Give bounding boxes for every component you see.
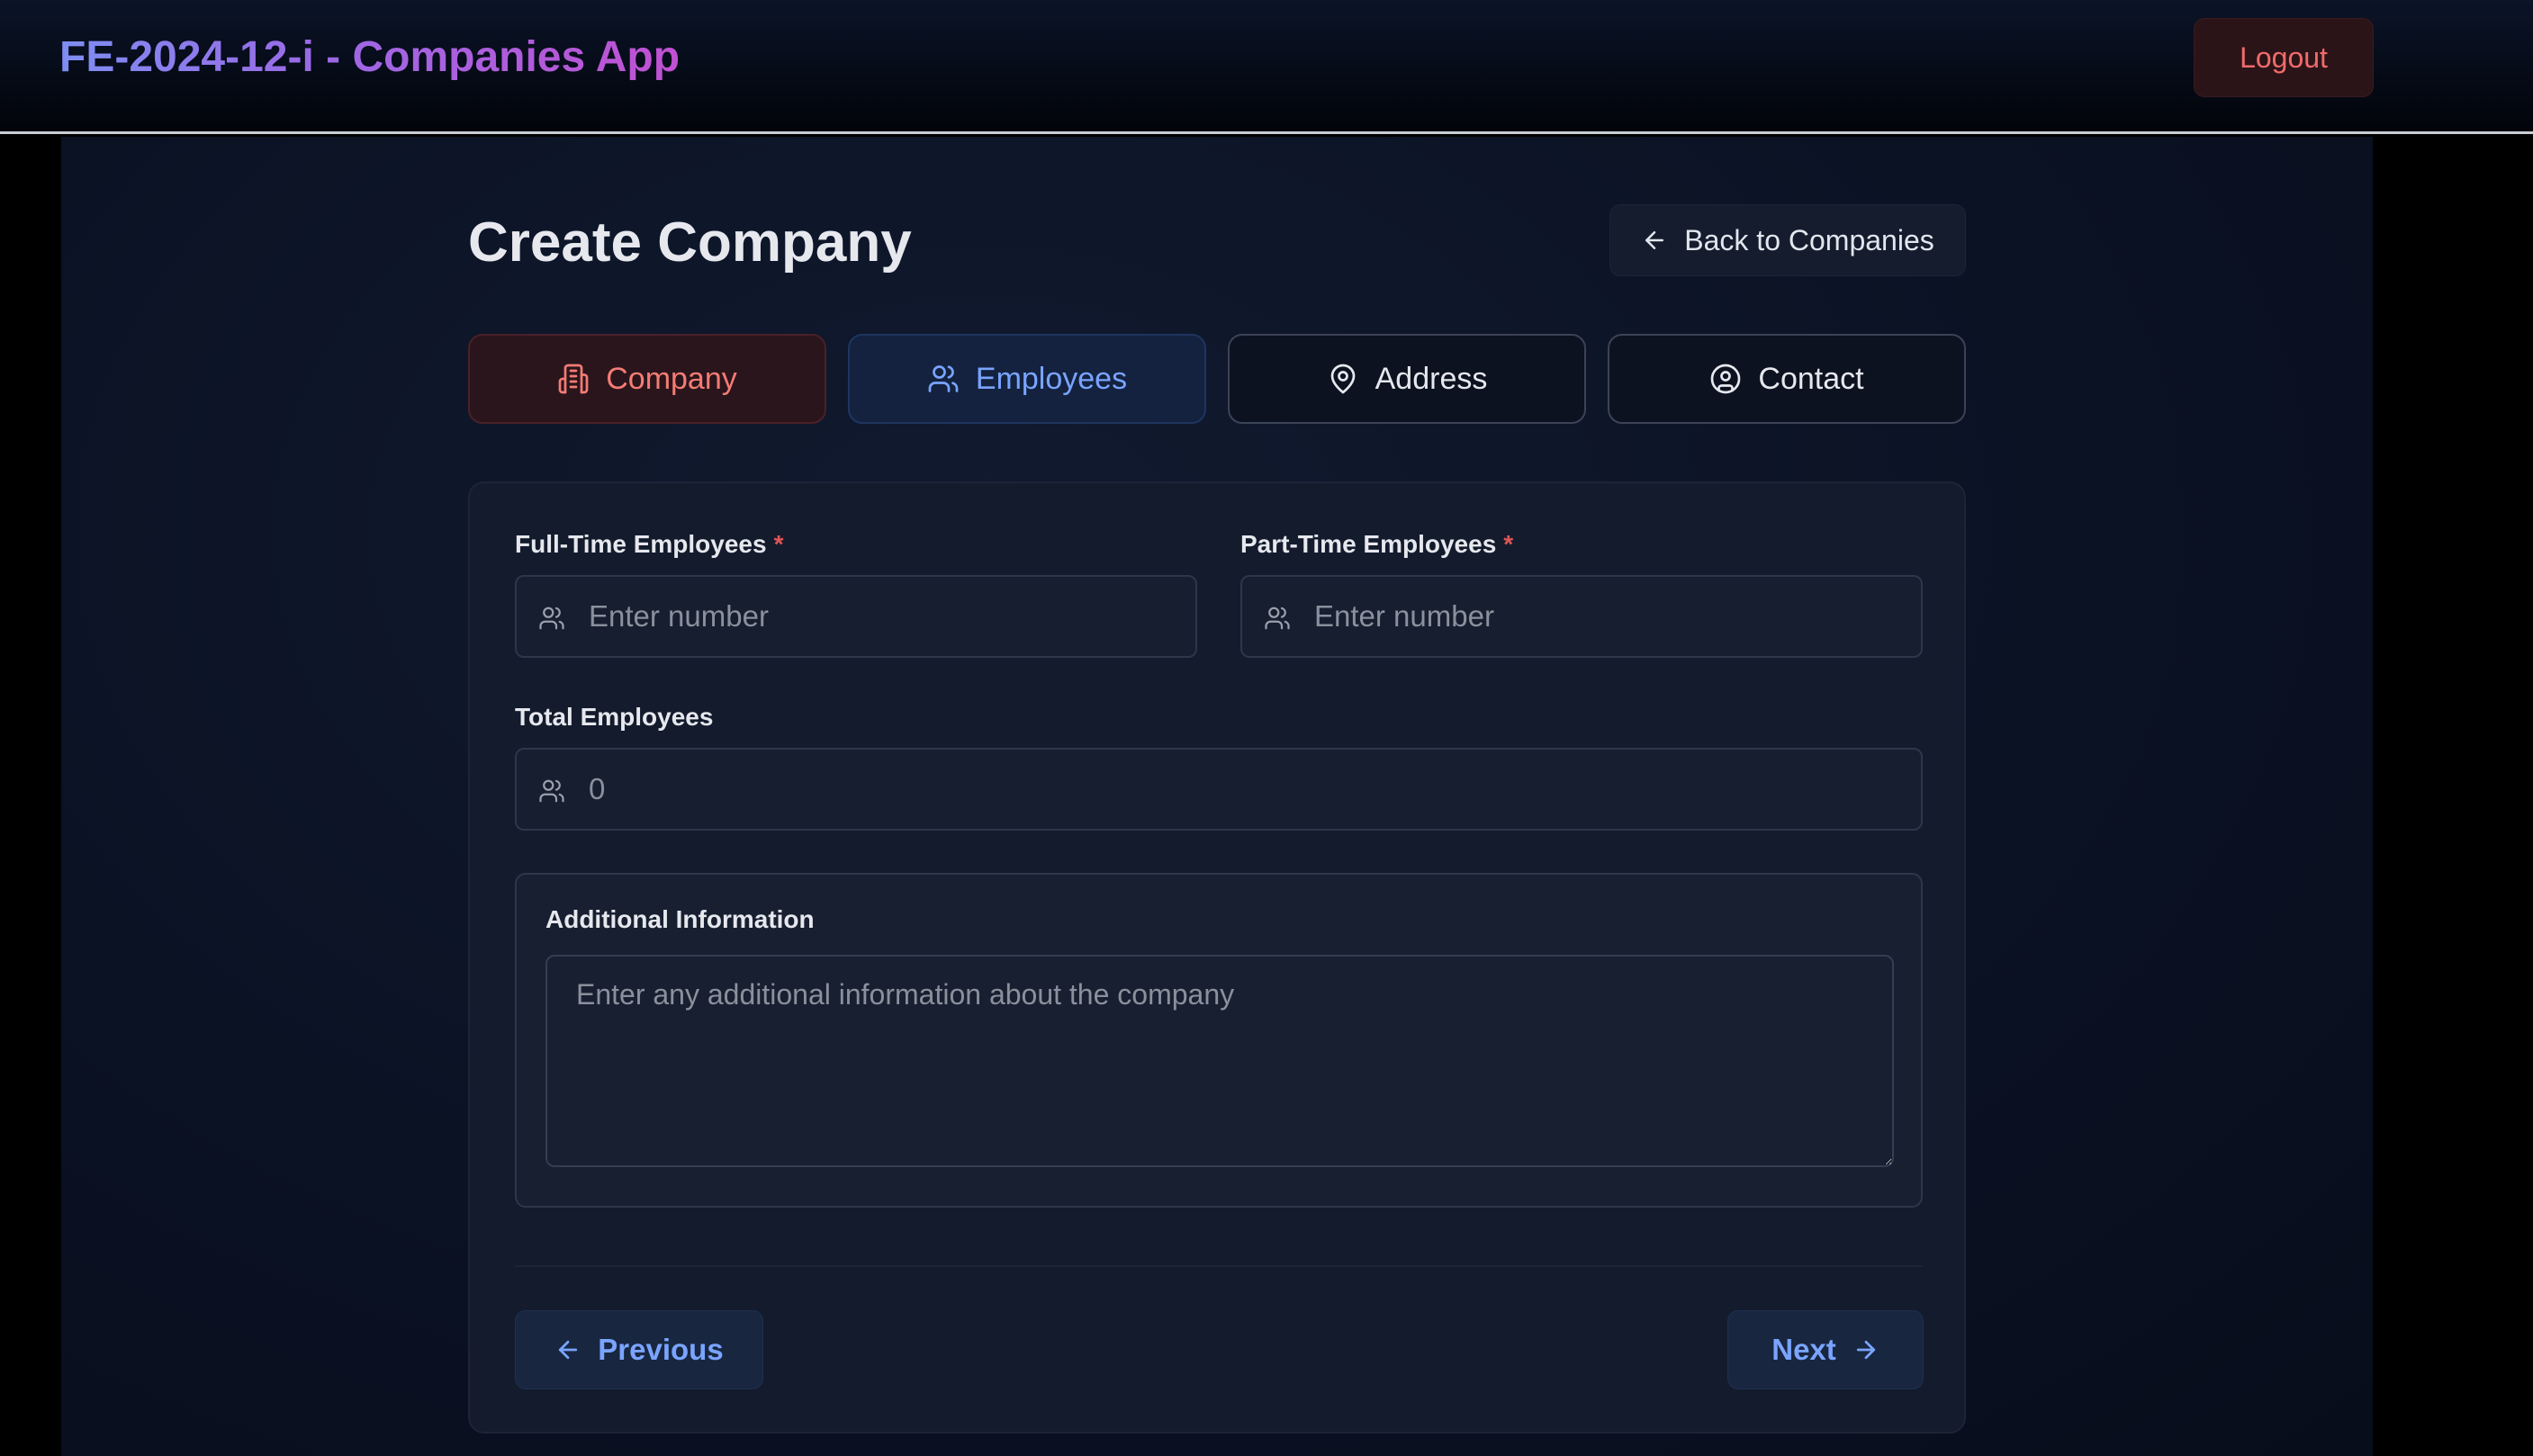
part-time-input-box (1240, 575, 1923, 658)
arrow-left-icon (554, 1336, 581, 1363)
tab-address-label: Address (1375, 361, 1488, 396)
additional-info-textarea[interactable] (545, 955, 1894, 1167)
app-header: FE-2024-12-i - Companies App Logout (0, 0, 2533, 134)
full-time-employees-input[interactable] (589, 577, 1177, 656)
full-time-input-box (515, 575, 1197, 658)
required-star: * (773, 530, 784, 558)
tab-company-label: Company (606, 361, 737, 396)
additional-info-label: Additional Information (545, 905, 815, 933)
previous-button[interactable]: Previous (515, 1310, 763, 1389)
arrow-left-icon (1641, 227, 1668, 254)
users-icon (538, 605, 565, 632)
total-employees-input (589, 750, 1903, 829)
additional-info-section: Additional Information (515, 873, 1923, 1208)
tab-employees[interactable]: Employees (848, 334, 1206, 424)
form-divider (515, 1265, 1923, 1267)
building-icon (557, 363, 590, 395)
page-title: Create Company (468, 211, 912, 274)
back-to-companies-button[interactable]: Back to Companies (1609, 204, 1966, 276)
tab-contact[interactable]: Contact (1608, 334, 1966, 424)
employees-form-card: Full-Time Employees* Part-Time Employees… (468, 481, 1966, 1434)
part-time-employees-input[interactable] (1314, 577, 1903, 656)
tab-employees-label: Employees (975, 361, 1128, 396)
arrow-right-icon (1852, 1336, 1879, 1363)
app-title: FE-2024-12-i - Companies App (59, 29, 680, 86)
part-time-label-text: Part-Time Employees (1240, 530, 1497, 558)
back-to-companies-label: Back to Companies (1684, 223, 1934, 256)
logout-button[interactable]: Logout (2194, 18, 2374, 97)
full-time-label-text: Full-Time Employees (515, 530, 767, 558)
tab-contact-label: Contact (1758, 361, 1864, 396)
total-employees-label: Total Employees (515, 703, 714, 731)
part-time-label: Part-Time Employees * (1240, 530, 1513, 559)
users-icon (927, 363, 960, 395)
next-button[interactable]: Next (1727, 1310, 1924, 1389)
previous-label: Previous (598, 1333, 724, 1366)
tab-company[interactable]: Company (468, 334, 826, 424)
map-pin-icon (1327, 363, 1359, 395)
full-time-label: Full-Time Employees * (515, 530, 783, 559)
users-icon (1264, 605, 1291, 632)
total-employees-input-box (515, 748, 1923, 831)
user-circle-icon (1709, 363, 1742, 395)
tab-address[interactable]: Address (1228, 334, 1586, 424)
next-label: Next (1771, 1333, 1836, 1366)
required-star: * (1503, 530, 1514, 558)
users-icon (538, 777, 565, 804)
